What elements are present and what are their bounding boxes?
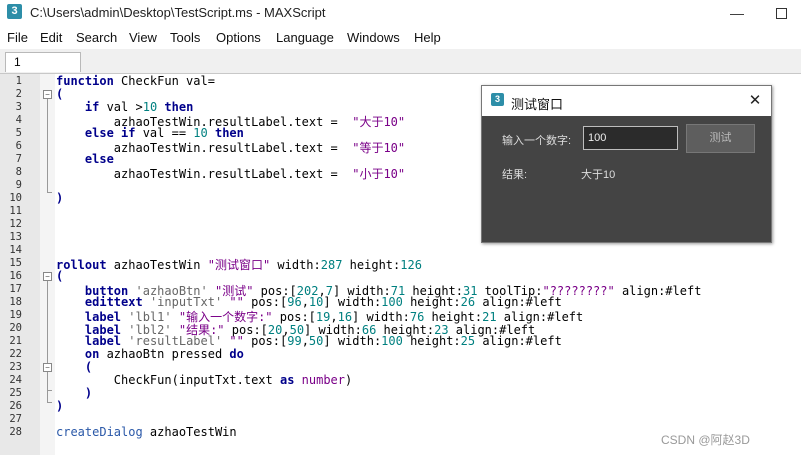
line-number: 21 bbox=[9, 335, 22, 347]
line-number: 8 bbox=[15, 166, 22, 178]
title-bar: 3 C:\Users\admin\Desktop\TestScript.ms -… bbox=[0, 0, 801, 26]
code-line: edittext 'inputTxt' "" pos:[96,10] width… bbox=[84, 295, 562, 309]
menu-edit[interactable]: Edit bbox=[40, 30, 62, 45]
menu-search[interactable]: Search bbox=[76, 30, 117, 45]
line-number: 1 bbox=[15, 75, 22, 87]
line-number: 3 bbox=[15, 101, 22, 113]
code-line: ) bbox=[56, 399, 64, 413]
line-number-gutter: 1 2 3 4 5 6 7 8 9 10 11 12 13 14 15 16 1… bbox=[0, 74, 40, 455]
menu-file[interactable]: File bbox=[7, 30, 28, 45]
menu-tools[interactable]: Tools bbox=[170, 30, 200, 45]
line-number: 7 bbox=[15, 153, 22, 165]
code-line: CheckFun(inputTxt.text as number) bbox=[56, 373, 353, 387]
line-number: 9 bbox=[15, 179, 22, 191]
line-number: 25 bbox=[9, 387, 22, 399]
code-line: function CheckFun val= bbox=[56, 74, 215, 88]
menu-view[interactable]: View bbox=[129, 30, 157, 45]
dialog-close-button[interactable]: ✕ bbox=[744, 90, 766, 112]
fold-collapse-icon[interactable]: − bbox=[43, 90, 52, 99]
test-button[interactable]: 测试 bbox=[686, 124, 755, 153]
line-number: 22 bbox=[9, 348, 22, 360]
fold-guide-end bbox=[47, 192, 52, 193]
line-number: 2 bbox=[15, 88, 22, 100]
code-line: label 'resultLabel' "" pos:[99,50] width… bbox=[84, 334, 562, 348]
line-number: 13 bbox=[9, 231, 22, 243]
line-number: 5 bbox=[15, 127, 22, 139]
line-number: 26 bbox=[9, 400, 22, 412]
code-line: on azhaoBtn pressed do bbox=[84, 347, 244, 361]
menu-windows[interactable]: Windows bbox=[347, 30, 400, 45]
fold-guide bbox=[47, 99, 48, 192]
menu-help[interactable]: Help bbox=[414, 30, 441, 45]
line-number: 10 bbox=[9, 192, 22, 204]
line-number: 24 bbox=[9, 374, 22, 386]
line-number: 18 bbox=[9, 296, 22, 308]
menu-bar: File Edit Search View Tools Options Lang… bbox=[0, 27, 801, 49]
code-line: if val >10 then bbox=[84, 100, 194, 114]
line-number: 20 bbox=[9, 322, 22, 334]
code-line: ) bbox=[56, 191, 64, 205]
tab-testscript[interactable]: 1 TestScript.ms bbox=[5, 52, 86, 88]
line-number: 4 bbox=[15, 114, 22, 126]
input-label: 输入一个数字: bbox=[502, 135, 572, 147]
line-number: 14 bbox=[9, 244, 22, 256]
fold-collapse-icon[interactable]: − bbox=[43, 363, 52, 372]
fold-guide bbox=[47, 372, 48, 390]
test-dialog: 3 测试窗口 ✕ 输入一个数字: 100 测试 结果: 大于10 bbox=[481, 85, 772, 243]
line-number: 17 bbox=[9, 283, 22, 295]
fold-collapse-icon[interactable]: − bbox=[43, 272, 52, 281]
code-line: ( bbox=[56, 87, 64, 101]
dialog-title: 测试窗口 bbox=[511, 97, 564, 112]
code-line: rollout azhaoTestWin "测试窗口" width:287 he… bbox=[56, 258, 422, 272]
line-number: 16 bbox=[9, 270, 22, 282]
number-input[interactable]: 100 bbox=[583, 126, 678, 150]
watermark: CSDN @阿赵3D bbox=[661, 433, 750, 447]
code-line: ) bbox=[84, 386, 93, 400]
maxscript-app-icon: 3 bbox=[7, 4, 22, 19]
line-number: 12 bbox=[9, 218, 22, 230]
fold-guide-end bbox=[47, 390, 52, 391]
line-number: 11 bbox=[9, 205, 22, 217]
minimize-button[interactable]: — bbox=[722, 2, 752, 24]
menu-options[interactable]: Options bbox=[216, 30, 261, 45]
line-number: 15 bbox=[9, 257, 22, 269]
tab-bar: 1 TestScript.ms bbox=[0, 49, 801, 88]
maximize-button[interactable] bbox=[766, 2, 796, 24]
code-line: ( bbox=[84, 360, 93, 374]
line-number: 6 bbox=[15, 140, 22, 152]
result-value: 大于10 bbox=[581, 169, 616, 181]
code-line: ( bbox=[56, 269, 64, 283]
fold-guide-end bbox=[47, 402, 52, 403]
line-number: 19 bbox=[9, 309, 22, 321]
code-line: azhaoTestWin.resultLabel.text = "小于10" bbox=[56, 167, 406, 181]
line-number: 23 bbox=[9, 361, 22, 373]
maxscript-dialog-icon: 3 bbox=[491, 93, 504, 106]
maximize-icon bbox=[775, 8, 787, 19]
line-number: 27 bbox=[9, 413, 22, 425]
menu-language[interactable]: Language bbox=[276, 30, 334, 45]
line-number: 28 bbox=[9, 426, 22, 438]
dialog-title-bar[interactable]: 3 测试窗口 ✕ bbox=[482, 86, 771, 116]
code-line: else if val == 10 then bbox=[84, 126, 244, 140]
window-title: C:\Users\admin\Desktop\TestScript.ms - M… bbox=[30, 5, 326, 20]
code-line: createDialog azhaoTestWin bbox=[56, 425, 237, 439]
code-line: else bbox=[84, 152, 114, 166]
result-label: 结果: bbox=[502, 169, 528, 181]
